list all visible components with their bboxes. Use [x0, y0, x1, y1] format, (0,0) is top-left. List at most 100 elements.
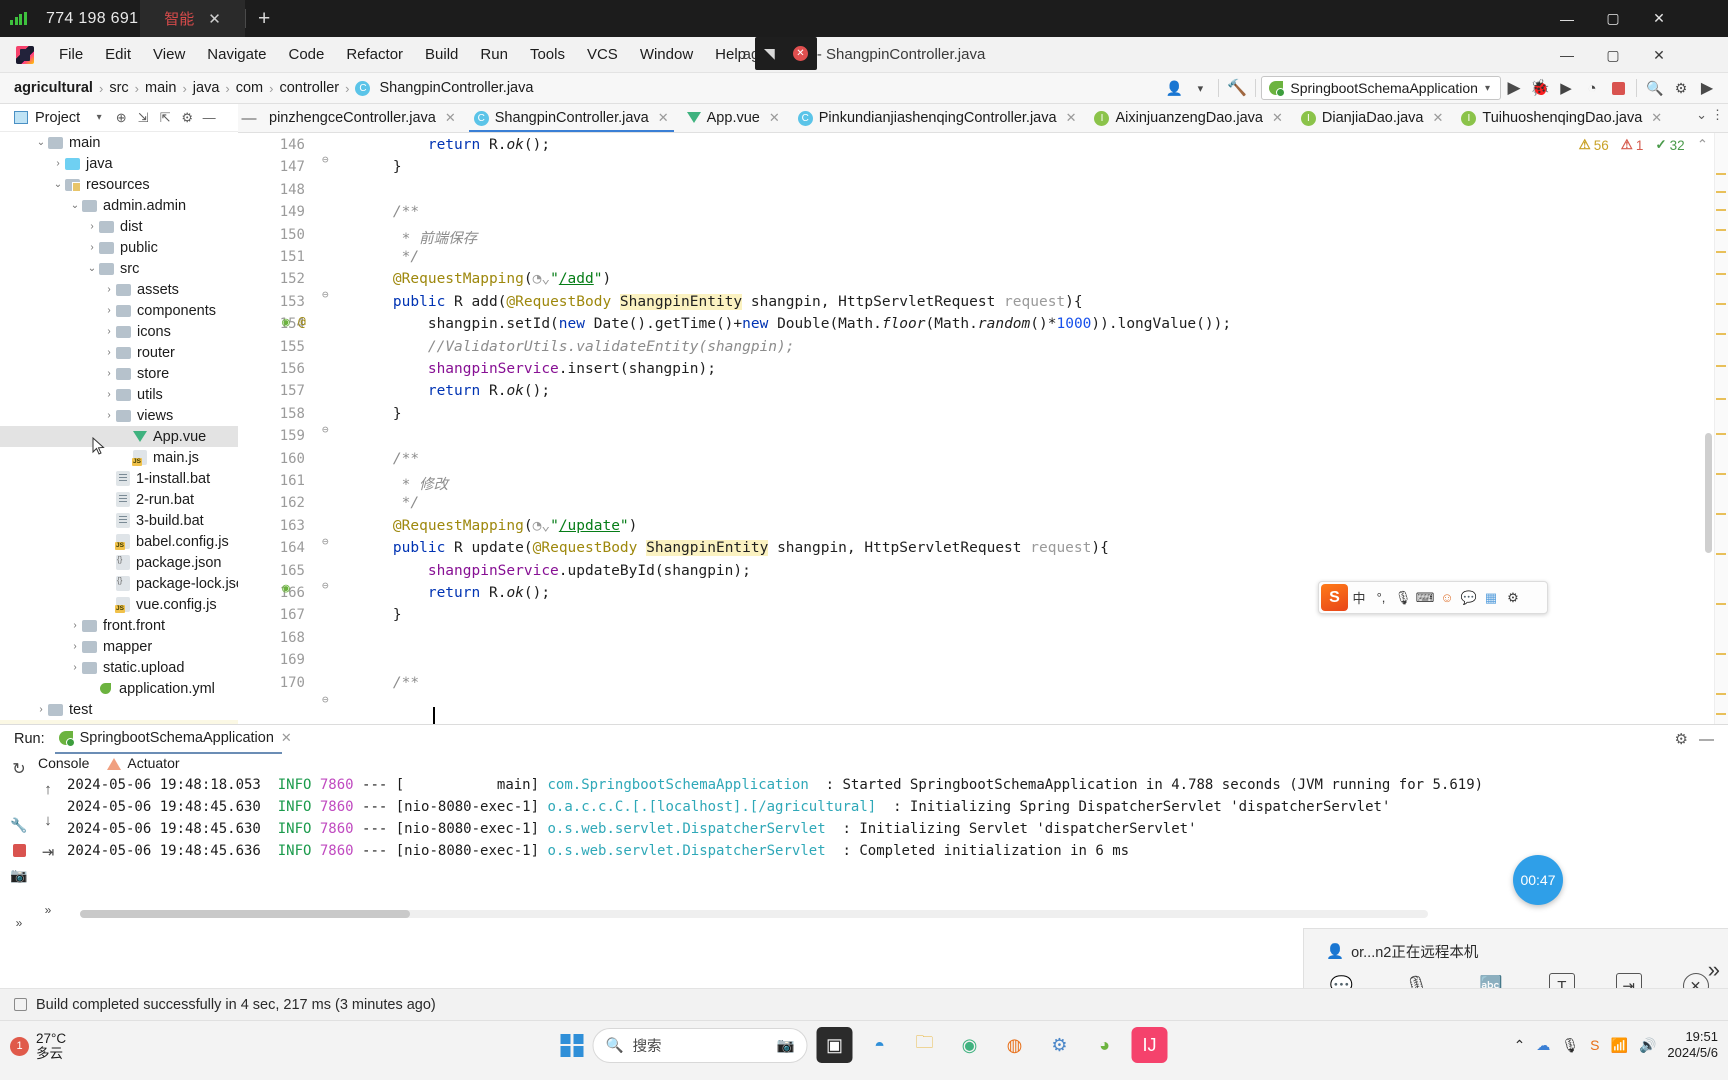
menu-item-refactor[interactable]: Refactor: [335, 37, 414, 73]
breadcrumb-com[interactable]: com: [236, 80, 263, 96]
gear-icon[interactable]: ⚙: [1668, 75, 1694, 101]
breadcrumb-controller[interactable]: controller: [279, 80, 339, 96]
rerun-icon[interactable]: ↻: [8, 759, 30, 779]
code-line[interactable]: return R.ok();: [358, 585, 550, 601]
code-line[interactable]: * 前端保存: [358, 227, 477, 248]
editor-code-area[interactable]: return R.ok(); } /** * 前端保存 */ @RequestM…: [343, 133, 1728, 724]
tree-item-mapper[interactable]: › mapper: [0, 636, 238, 657]
inspection-widget[interactable]: ⚠ 56 ⚠ 1 ✓ 32 ⌃: [1579, 137, 1708, 153]
console-horizontal-scrollbar[interactable]: [80, 910, 1428, 918]
chevron-right-icon[interactable]: ›: [68, 641, 82, 652]
emoji-icon[interactable]: ☺: [1436, 581, 1458, 614]
task-view-icon[interactable]: ▣: [816, 1027, 853, 1063]
stripe-marker[interactable]: [1716, 273, 1726, 275]
tab-actuator[interactable]: Actuator: [107, 755, 180, 771]
chevron-right-icon[interactable]: ›: [102, 284, 116, 295]
play-right-icon[interactable]: ▶: [1694, 75, 1720, 101]
collapse-tabs-icon[interactable]: —: [238, 110, 260, 127]
chevron-right-icon[interactable]: ›: [102, 326, 116, 337]
stripe-marker[interactable]: [1716, 513, 1726, 515]
chevron-down-icon[interactable]: ⌄: [85, 263, 99, 274]
fold-marker[interactable]: ⊖: [322, 693, 329, 706]
code-line[interactable]: @RequestMapping(◔⌄"/add"): [358, 271, 611, 287]
menu-item-run[interactable]: Run: [469, 37, 519, 73]
stripe-marker[interactable]: [1716, 433, 1726, 435]
code-line[interactable]: shangpinService.updateById(shangpin);: [358, 563, 751, 579]
code-line[interactable]: //ValidatorUtils.validateEntity(shangpin…: [358, 339, 795, 355]
browser-tab[interactable]: 智能 ✕: [140, 0, 245, 37]
fold-marker[interactable]: ⊖: [322, 423, 329, 436]
search-icon[interactable]: 🔍: [1642, 75, 1668, 101]
stripe-marker[interactable]: [1716, 693, 1726, 695]
stripe-marker[interactable]: [1716, 229, 1726, 231]
tree-item-3-build-bat[interactable]: 3-build.bat: [0, 510, 238, 531]
intellij-taskbar-icon[interactable]: IJ: [1131, 1027, 1168, 1063]
editor-tab-pinzhengcecontroller-java[interactable]: pinzhengceController.java ✕: [260, 104, 465, 132]
code-line[interactable]: @RequestMapping(◔⌄"/update"): [358, 518, 637, 534]
expand-all-icon[interactable]: ⇲: [132, 107, 154, 129]
close-icon[interactable]: ✕: [1272, 110, 1283, 126]
breadcrumb-project[interactable]: agricultural: [14, 80, 93, 96]
hammer-icon[interactable]: 🔨: [1224, 75, 1250, 101]
console-output[interactable]: 2024-05-06 19:48:18.053 INFO 7860 --- [ …: [62, 777, 1728, 907]
profile-button[interactable]: ◔: [1579, 75, 1605, 101]
tree-item-main[interactable]: ⌄ main: [0, 132, 238, 153]
code-line[interactable]: return R.ok();: [358, 383, 550, 399]
chrome-icon[interactable]: ◕: [1087, 1027, 1123, 1063]
editor-scrollbar-thumb[interactable]: [1705, 433, 1712, 553]
console-scrollbar-thumb[interactable]: [80, 910, 410, 918]
chevron-right-icon[interactable]: ›: [102, 347, 116, 358]
tree-item-icons[interactable]: › icons: [0, 321, 238, 342]
chevron-right-icon[interactable]: ›: [85, 221, 99, 232]
recording-timer-bubble[interactable]: 00:47: [1513, 855, 1563, 905]
code-line[interactable]: }: [358, 159, 402, 175]
grid-icon[interactable]: ▦: [1480, 581, 1502, 614]
code-line[interactable]: /**: [358, 451, 419, 467]
tree-item-application-yml[interactable]: application.yml: [0, 678, 238, 699]
chevron-right-icon[interactable]: ›: [68, 662, 82, 673]
stripe-marker[interactable]: [1716, 653, 1726, 655]
tree-item-resources[interactable]: ⌄ resources: [0, 174, 238, 195]
menu-item-navigate[interactable]: Navigate: [196, 37, 277, 73]
collapse-all-icon[interactable]: ⇱: [154, 107, 176, 129]
tree-item-vue-config-js[interactable]: vue.config.js: [0, 594, 238, 615]
expand-icon[interactable]: »: [1708, 957, 1720, 983]
tree-item-components[interactable]: › components: [0, 300, 238, 321]
run-button[interactable]: ▶: [1501, 75, 1527, 101]
menu-item-window[interactable]: Window: [629, 37, 704, 73]
volume-icon[interactable]: 🔊: [1639, 1037, 1656, 1054]
code-line[interactable]: }: [358, 607, 402, 623]
weather-widget[interactable]: 1 27°C 多云: [10, 1031, 66, 1061]
microphone-icon[interactable]: 🎙: [1561, 1037, 1579, 1054]
tree-item-babel-config-js[interactable]: babel.config.js: [0, 531, 238, 552]
chevron-down-icon[interactable]: ⌄: [51, 179, 65, 190]
chevron-down-icon[interactable]: ▾: [1187, 75, 1213, 101]
new-tab-button[interactable]: +: [258, 8, 270, 29]
menu-item-tools[interactable]: Tools: [519, 37, 576, 73]
tree-item-src[interactable]: ⌄ src: [0, 258, 238, 279]
debug-button[interactable]: 🐞: [1527, 75, 1553, 101]
tree-item-package-lock-json[interactable]: package-lock.json: [0, 573, 238, 594]
edge-icon[interactable]: ◓: [862, 1027, 898, 1063]
tree-item-admin-admin[interactable]: ⌄ admin.admin: [0, 195, 238, 216]
tab-console[interactable]: Console: [38, 755, 89, 771]
close-icon[interactable]: ✕: [1432, 110, 1443, 126]
wrench-icon[interactable]: 🔧: [8, 817, 30, 834]
code-line[interactable]: */: [358, 495, 419, 511]
tree-item-store[interactable]: › store: [0, 363, 238, 384]
fold-marker[interactable]: ⊖: [322, 288, 329, 301]
stripe-marker[interactable]: [1716, 251, 1726, 253]
chevron-right-icon[interactable]: ›: [102, 389, 116, 400]
windows-start-icon[interactable]: [560, 1033, 584, 1057]
camera-icon[interactable]: 📷: [776, 1037, 794, 1054]
scroll-up-icon[interactable]: ↑: [44, 781, 52, 798]
stripe-marker[interactable]: [1716, 209, 1726, 211]
ide-maximize-button[interactable]: ▢: [1590, 37, 1636, 73]
code-line[interactable]: }: [358, 406, 402, 422]
close-icon[interactable]: ✕: [1651, 110, 1662, 126]
tree-item-router[interactable]: › router: [0, 342, 238, 363]
chevron-right-icon[interactable]: ›: [102, 410, 116, 421]
editor-tab-pinkundianjiashenqingcontroller-java[interactable]: C PinkundianjiashenqingController.java ✕: [789, 104, 1086, 132]
code-line[interactable]: * 修改: [358, 473, 448, 494]
code-line[interactable]: public R add(@RequestBody ShangpinEntity…: [358, 293, 1083, 310]
